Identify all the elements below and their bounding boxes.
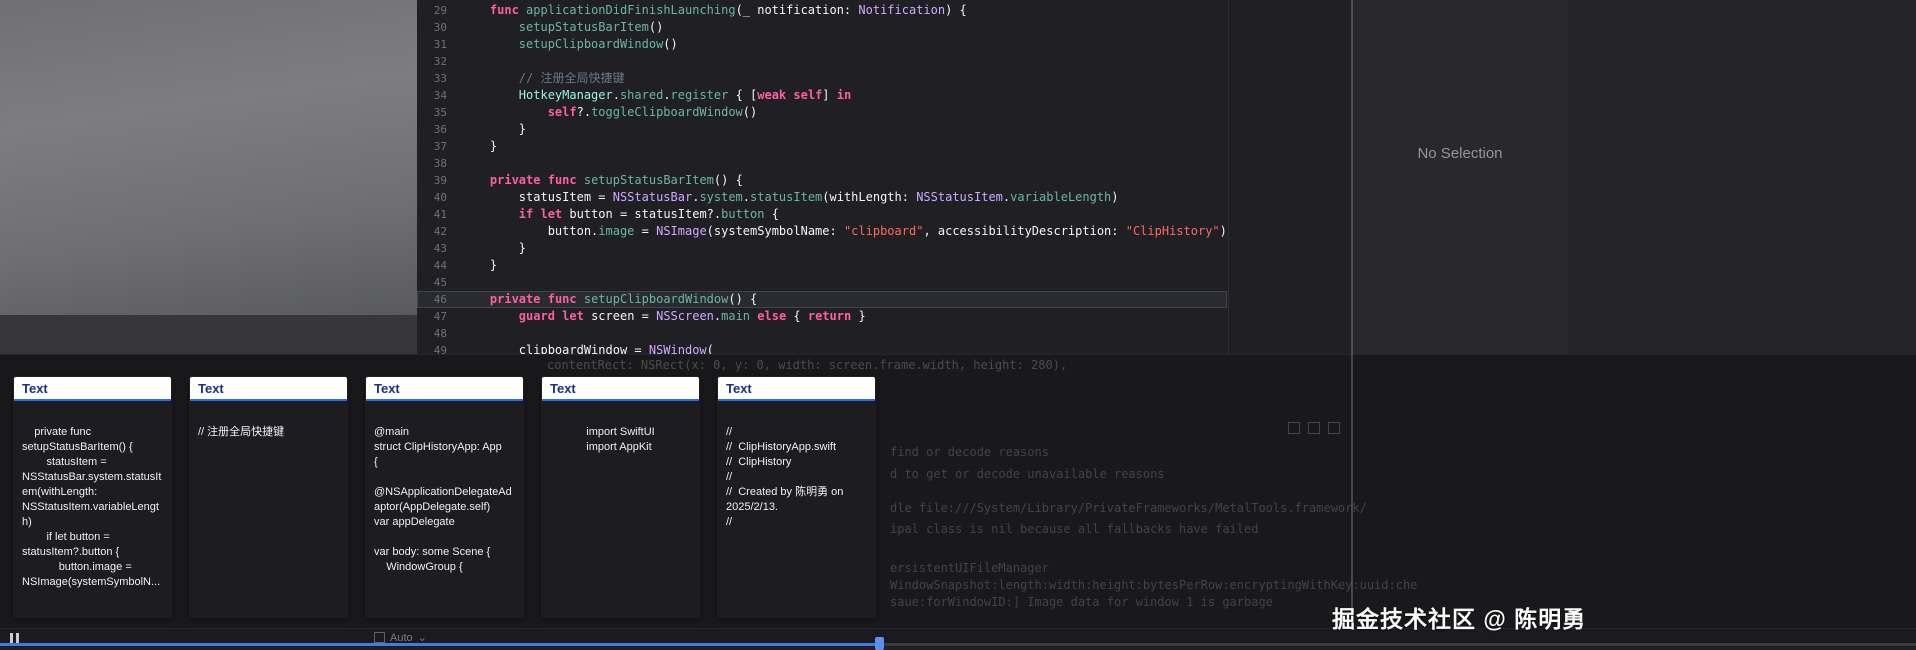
console-log-line: ipal class is nil because all fallbacks … bbox=[890, 522, 1259, 536]
console-clear-icon[interactable] bbox=[1328, 422, 1340, 434]
code-line[interactable]: 45 bbox=[417, 274, 1352, 291]
scope-icon bbox=[374, 632, 385, 643]
clipboard-card-header: Text bbox=[366, 377, 523, 401]
console-log-line: find or decode reasons bbox=[890, 445, 1049, 459]
code-line[interactable]: 36 } bbox=[417, 121, 1352, 138]
desktop-background-right bbox=[1568, 0, 1916, 354]
line-number: 39 bbox=[433, 174, 447, 187]
code-line[interactable]: 33 // 注册全局快捷键 bbox=[417, 70, 1352, 87]
clipboard-card-content: // 注册全局快捷键 bbox=[198, 426, 285, 438]
line-number: 37 bbox=[433, 140, 447, 153]
clipboard-card-header: Text bbox=[542, 377, 699, 401]
line-number: 33 bbox=[433, 72, 447, 85]
line-number: 36 bbox=[433, 123, 447, 136]
progress-fill bbox=[0, 643, 881, 646]
line-number: 29 bbox=[433, 4, 447, 17]
clipboard-card-header: Text bbox=[718, 377, 875, 401]
clipboard-card[interactable]: Text // // ClipHistoryApp.swift // ClipH… bbox=[718, 377, 875, 617]
clipboard-card-content: import SwiftUI import AppKit bbox=[586, 426, 655, 453]
code-line[interactable]: 40 statusItem = NSStatusBar.system.statu… bbox=[417, 189, 1352, 206]
line-number: 45 bbox=[433, 276, 447, 289]
clipboard-card-list: Text private func setupStatusBarItem() {… bbox=[14, 377, 875, 617]
clipboard-card-type-label: Text bbox=[550, 380, 576, 396]
clipboard-card-type-label: Text bbox=[374, 380, 400, 396]
console-filter-icon[interactable] bbox=[1308, 422, 1320, 434]
console-toolbar-icons bbox=[1288, 422, 1340, 434]
line-number: 40 bbox=[433, 191, 447, 204]
line-number: 46 bbox=[433, 293, 447, 306]
console-log-line: saue:forWindowID:] Image data for window… bbox=[890, 595, 1273, 609]
code-line[interactable]: 31 setupClipboardWindow() bbox=[417, 36, 1352, 53]
console-log-line: ersistentUIFileManager bbox=[890, 561, 1049, 575]
code-line[interactable]: 35 self?.toggleClipboardWindow() bbox=[417, 104, 1352, 121]
console-log-line: WindowSnapshot:length:width:height:bytes… bbox=[890, 578, 1418, 592]
clipboard-card-type-label: Text bbox=[198, 380, 224, 396]
clipboard-card-header: Text bbox=[14, 377, 171, 401]
debug-scope-label: Auto bbox=[390, 631, 413, 644]
line-number: 30 bbox=[433, 21, 447, 34]
clipboard-card-content: @main struct ClipHistoryApp: App { @NSAp… bbox=[374, 426, 512, 573]
line-number: 38 bbox=[433, 157, 447, 170]
player-bar: Auto bbox=[0, 628, 1916, 650]
clipboard-card[interactable]: Text private func setupStatusBarItem() {… bbox=[14, 377, 171, 617]
inspector-empty-label: No Selection bbox=[1417, 145, 1503, 162]
code-line[interactable]: 34 HotkeyManager.shared.register { [weak… bbox=[417, 87, 1352, 104]
clipboard-card[interactable]: Text @main struct ClipHistoryApp: App { … bbox=[366, 377, 523, 617]
code-line[interactable]: 42 button.image = NSImage(systemSymbolNa… bbox=[417, 223, 1352, 240]
clipboard-card[interactable]: Text import SwiftUI import AppKit bbox=[542, 377, 699, 617]
clipboard-card-content: // // ClipHistoryApp.swift // ClipHistor… bbox=[726, 426, 844, 528]
line-number: 47 bbox=[433, 310, 447, 323]
code-line[interactable]: 41 if let button = statusItem?.button { bbox=[417, 206, 1352, 223]
clipboard-card-header: Text bbox=[190, 377, 347, 401]
clipboard-card-type-label: Text bbox=[22, 380, 48, 396]
code-line[interactable]: 32 bbox=[417, 53, 1352, 70]
ghost-code-line: contentRect: NSRect(x: 0, y: 0, width: s… bbox=[547, 358, 1068, 372]
console-panel-icon[interactable] bbox=[1288, 422, 1300, 434]
line-number: 43 bbox=[433, 242, 447, 255]
code-line[interactable]: 38 bbox=[417, 155, 1352, 172]
line-number: 48 bbox=[433, 327, 447, 340]
line-number: 44 bbox=[433, 259, 447, 272]
code-line[interactable]: 47 guard let screen = NSScreen.main else… bbox=[417, 308, 1352, 325]
clipboard-history-overlay: contentRect: NSRect(x: 0, y: 0, width: s… bbox=[0, 354, 1916, 647]
clipboard-card-content: private func setupStatusBarItem() { stat… bbox=[22, 426, 162, 588]
progress-track[interactable] bbox=[0, 637, 1916, 650]
line-number: 31 bbox=[433, 38, 447, 51]
inspector-panel: No Selection bbox=[1352, 0, 1568, 354]
code-line[interactable]: 43 } bbox=[417, 240, 1352, 257]
line-number: 42 bbox=[433, 225, 447, 238]
code-line[interactable]: 29 func applicationDidFinishLaunching(_ … bbox=[417, 2, 1352, 19]
progress-knob[interactable] bbox=[875, 637, 884, 650]
line-number: 35 bbox=[433, 106, 447, 119]
code-lines: 29 func applicationDidFinishLaunching(_ … bbox=[417, 2, 1352, 359]
console-log-line: d to get or decode unavailable reasons bbox=[890, 467, 1165, 481]
desktop-background-lower bbox=[0, 315, 417, 354]
console-log-line: dle file:///System/Library/PrivateFramew… bbox=[890, 501, 1367, 515]
clipboard-card[interactable]: Text // 注册全局快捷键 bbox=[190, 377, 347, 617]
code-line[interactable]: 48 bbox=[417, 325, 1352, 342]
desktop-background bbox=[0, 0, 417, 315]
code-line[interactable]: 39 private func setupStatusBarItem() { bbox=[417, 172, 1352, 189]
code-line[interactable]: 37 } bbox=[417, 138, 1352, 155]
pane-separator[interactable] bbox=[1351, 0, 1353, 647]
code-line[interactable]: 46 private func setupClipboardWindow() { bbox=[417, 291, 1227, 308]
line-number: 32 bbox=[433, 55, 447, 68]
code-line[interactable]: 30 setupStatusBarItem() bbox=[417, 19, 1352, 36]
code-line[interactable]: 44 } bbox=[417, 257, 1352, 274]
line-number: 34 bbox=[433, 89, 447, 102]
clipboard-card-type-label: Text bbox=[726, 380, 752, 396]
watermark: 掘金技术社区 @ 陈明勇 bbox=[1332, 606, 1587, 632]
line-number: 41 bbox=[433, 208, 447, 221]
